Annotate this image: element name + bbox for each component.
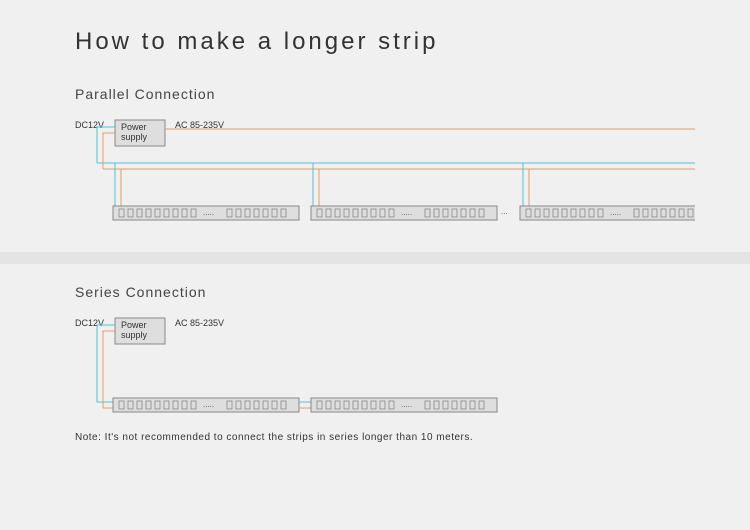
psu-text-2: supply <box>121 132 148 142</box>
dc-drop-s2 <box>103 331 115 408</box>
ac-label-s: AC 85-235V <box>175 318 224 328</box>
parallel-section: Parallel Connection DC12V AC 85-235V Pow… <box>75 86 675 244</box>
dc-label: DC12V <box>75 120 104 130</box>
series-heading: Series Connection <box>75 284 675 300</box>
svg-text:.....: ..... <box>401 208 412 217</box>
strip-gap-dots: ... <box>501 207 508 216</box>
series-section: Series Connection DC12V AC 85-235V Power… <box>75 284 675 443</box>
series-note: Note: It's not recommended to connect th… <box>75 432 675 443</box>
dc-label-s: DC12V <box>75 318 104 328</box>
parallel-heading: Parallel Connection <box>75 86 675 102</box>
dc-drop-1 <box>97 127 115 163</box>
parallel-diagram: DC12V AC 85-235V Power supply <box>75 114 695 244</box>
dc-drop-s1 <box>97 325 115 402</box>
section-divider <box>0 252 750 264</box>
dc-drop-2 <box>103 133 115 169</box>
series-diagram: DC12V AC 85-235V Power supply ..... ....… <box>75 312 695 422</box>
psu-text-1: Power <box>121 122 147 132</box>
page-title: How to make a longer strip <box>75 28 675 56</box>
svg-text:.....: ..... <box>610 208 621 217</box>
strip-3 <box>520 206 695 220</box>
psu-text-s1: Power <box>121 320 147 330</box>
svg-text:.....: ..... <box>401 400 412 409</box>
svg-text:.....: ..... <box>203 400 214 409</box>
psu-text-s2: supply <box>121 330 148 340</box>
svg-text:.....: ..... <box>203 208 214 217</box>
